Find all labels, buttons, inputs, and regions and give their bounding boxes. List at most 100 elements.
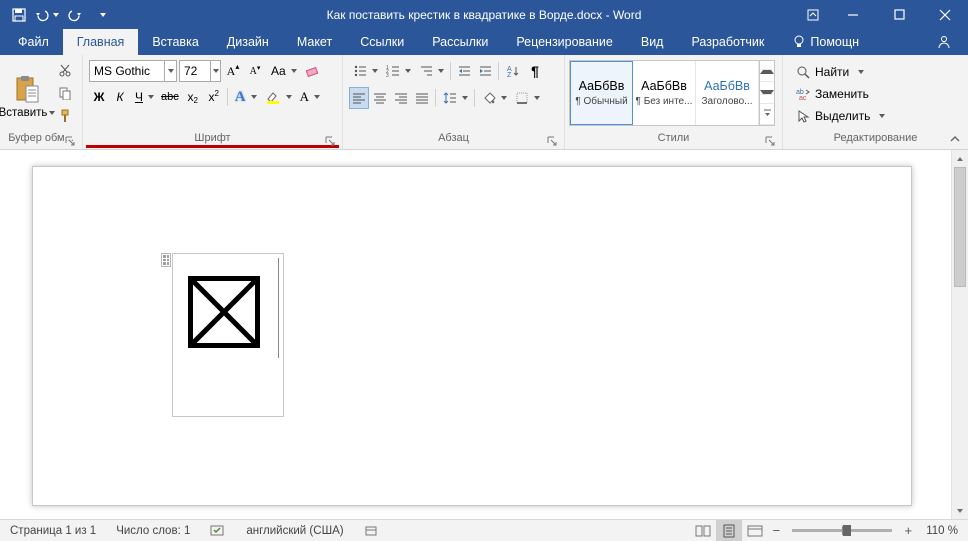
- spell-check-status[interactable]: [200, 520, 236, 541]
- font-size-combo[interactable]: [179, 60, 221, 82]
- align-left-button[interactable]: [349, 87, 369, 109]
- styles-gallery: АаБбВв ¶ Обычный АаБбВв ¶ Без инте... Аа…: [569, 60, 775, 126]
- word-count-status[interactable]: Число слов: 1: [106, 520, 200, 541]
- superscript-button[interactable]: x2: [204, 86, 224, 108]
- bullets-button[interactable]: [349, 60, 381, 82]
- subscript-button[interactable]: x2: [183, 86, 203, 108]
- content-control-box[interactable]: [172, 253, 284, 417]
- macro-status[interactable]: [354, 520, 388, 541]
- strikethrough-button[interactable]: abc: [158, 86, 182, 108]
- read-mode-button[interactable]: [690, 520, 716, 541]
- cut-button[interactable]: [54, 59, 76, 81]
- redo-button[interactable]: [62, 2, 88, 28]
- page-number-status[interactable]: Страница 1 из 1: [0, 520, 106, 541]
- show-marks-button[interactable]: ¶: [525, 60, 545, 82]
- text-effects-button[interactable]: A: [231, 86, 260, 108]
- vertical-scrollbar[interactable]: [951, 150, 968, 519]
- ribbon-display-options-button[interactable]: [796, 0, 830, 29]
- sort-button[interactable]: AZ: [502, 60, 524, 82]
- format-painter-button[interactable]: [54, 105, 76, 127]
- shading-button[interactable]: [478, 87, 510, 109]
- highlight-button[interactable]: [261, 86, 295, 108]
- scissors-icon: [58, 63, 72, 77]
- maximize-button[interactable]: [876, 0, 922, 29]
- replace-button[interactable]: abacЗаменить: [791, 83, 890, 104]
- font-launcher[interactable]: [323, 134, 337, 148]
- zoom-slider-thumb[interactable]: [843, 525, 851, 536]
- scroll-thumb[interactable]: [954, 167, 966, 287]
- decrease-indent-button[interactable]: [454, 60, 474, 82]
- search-icon: [796, 65, 810, 79]
- qat-customize-button[interactable]: [90, 2, 116, 28]
- font-color-button[interactable]: A: [296, 86, 323, 108]
- multilevel-list-button[interactable]: [415, 60, 447, 82]
- language-status[interactable]: английский (США): [236, 520, 353, 541]
- zoom-out-button[interactable]: −: [768, 523, 784, 538]
- align-right-button[interactable]: [391, 87, 411, 109]
- tell-me-search[interactable]: Помощн: [778, 29, 873, 55]
- print-layout-button[interactable]: [716, 520, 742, 541]
- line-spacing-button[interactable]: [439, 87, 471, 109]
- zoom-in-button[interactable]: +: [900, 523, 916, 538]
- tab-layout[interactable]: Макет: [283, 29, 346, 55]
- font-size-input[interactable]: [180, 61, 210, 81]
- font-name-combo[interactable]: [89, 60, 177, 82]
- content-control-handle[interactable]: [161, 253, 171, 267]
- page[interactable]: [32, 166, 912, 506]
- paragraph-launcher[interactable]: [545, 134, 559, 148]
- tab-references[interactable]: Ссылки: [346, 29, 418, 55]
- italic-button[interactable]: К: [110, 86, 130, 108]
- undo-button[interactable]: [34, 2, 60, 28]
- quick-access-toolbar: [0, 2, 116, 28]
- style-no-spacing[interactable]: АаБбВв ¶ Без инте...: [633, 61, 696, 125]
- tab-home[interactable]: Главная: [63, 29, 139, 55]
- clear-formatting-button[interactable]: [302, 60, 324, 82]
- scroll-track[interactable]: [952, 167, 968, 502]
- bold-button[interactable]: Ж: [89, 86, 109, 108]
- align-center-button[interactable]: [370, 87, 390, 109]
- numbering-button[interactable]: 123: [382, 60, 414, 82]
- tab-design[interactable]: Дизайн: [213, 29, 283, 55]
- tab-developer[interactable]: Разработчик: [677, 29, 778, 55]
- close-button[interactable]: [922, 0, 968, 29]
- underline-button[interactable]: Ч: [131, 86, 157, 108]
- paste-button[interactable]: Вставить: [4, 57, 50, 132]
- tab-insert[interactable]: Вставка: [138, 29, 212, 55]
- tab-mailings[interactable]: Рассылки: [418, 29, 502, 55]
- collapse-ribbon-button[interactable]: [946, 131, 964, 147]
- borders-button[interactable]: [511, 87, 543, 109]
- styles-scroll-up[interactable]: [760, 61, 774, 82]
- justify-button[interactable]: [412, 87, 432, 109]
- increase-indent-button[interactable]: [475, 60, 495, 82]
- web-layout-button[interactable]: [742, 520, 768, 541]
- scroll-up-button[interactable]: [952, 150, 968, 167]
- document-area: [0, 150, 968, 519]
- copy-button[interactable]: [54, 82, 76, 104]
- tab-review[interactable]: Рецензирование: [502, 29, 627, 55]
- document-scroll-area[interactable]: [0, 150, 951, 519]
- tab-file[interactable]: Файл: [4, 29, 63, 55]
- scroll-down-button[interactable]: [952, 502, 968, 519]
- font-size-dropdown[interactable]: [210, 61, 220, 81]
- style-preview: АаБбВв: [579, 79, 625, 93]
- share-button[interactable]: [920, 29, 968, 55]
- change-case-button[interactable]: Aa: [267, 60, 300, 82]
- tab-view[interactable]: Вид: [627, 29, 678, 55]
- style-heading1[interactable]: АаБбВв Заголово...: [696, 61, 759, 125]
- zoom-level[interactable]: 110 %: [916, 520, 968, 541]
- clipboard-launcher[interactable]: [63, 134, 77, 148]
- style-normal[interactable]: АаБбВв ¶ Обычный: [570, 61, 633, 125]
- shrink-font-button[interactable]: A▾: [245, 60, 265, 82]
- font-name-input[interactable]: [90, 61, 164, 81]
- svg-text:Z: Z: [507, 72, 512, 78]
- zoom-slider[interactable]: [792, 529, 892, 532]
- grow-font-button[interactable]: A▴: [223, 60, 243, 82]
- save-button[interactable]: [6, 2, 32, 28]
- find-button[interactable]: Найти: [791, 61, 890, 82]
- styles-expand[interactable]: [760, 104, 774, 125]
- styles-scroll-down[interactable]: [760, 82, 774, 103]
- font-name-dropdown[interactable]: [164, 61, 176, 81]
- minimize-button[interactable]: [830, 0, 876, 29]
- select-button[interactable]: Выделить: [791, 105, 890, 126]
- styles-launcher[interactable]: [763, 134, 777, 148]
